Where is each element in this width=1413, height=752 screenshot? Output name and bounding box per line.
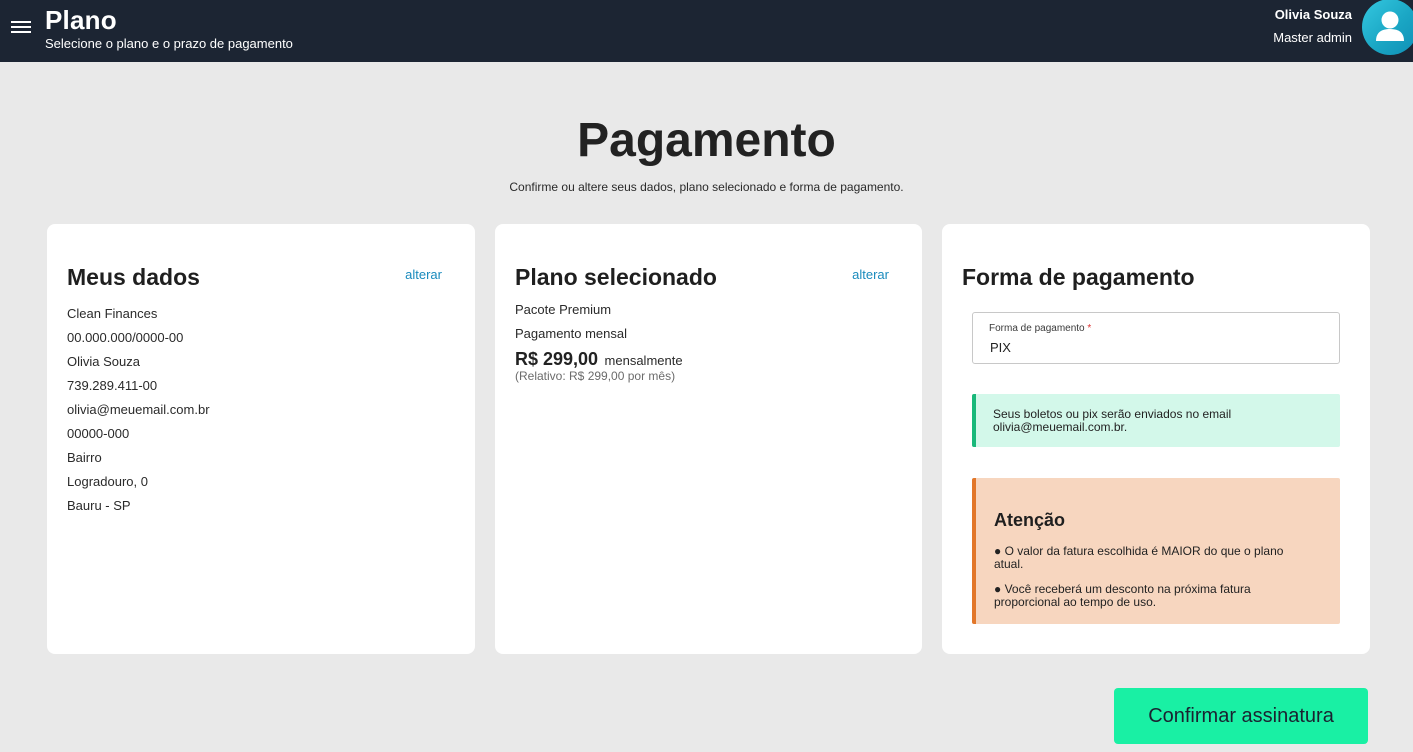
my-data-title: Meus dados	[67, 264, 200, 290]
person-cpf: 739.289.411-00	[67, 378, 158, 393]
user-icon	[1376, 11, 1404, 41]
company-name: Clean Finances	[67, 306, 158, 321]
warning-item: ● O valor da fatura escolhida é MAIOR do…	[994, 544, 1284, 571]
plan-price: R$ 299,00	[515, 349, 599, 369]
payment-method-select[interactable]: Forma de pagamento * PIX	[972, 312, 1340, 364]
price-relative: (Relativo: R$ 299,00 por mês)	[515, 369, 676, 383]
price-suffix: mensalmente	[604, 353, 683, 368]
selected-plan-title: Plano selecionado	[515, 264, 717, 290]
payment-method-label-text: Forma de pagamento	[989, 323, 1085, 334]
my-data-card: Meus dados alterar Clean Finances 00.000…	[47, 224, 475, 654]
city-state: Bauru - SP	[67, 498, 131, 513]
user-name[interactable]: Olivia Souza	[1275, 7, 1352, 22]
edit-my-data-link[interactable]: alterar	[405, 267, 442, 282]
warning-alert: Atenção ● O valor da fatura escolhida é …	[972, 478, 1340, 624]
warning-title: Atenção	[994, 510, 1066, 530]
page-title: Pagamento	[577, 114, 836, 167]
user-role: Master admin	[1273, 30, 1352, 45]
email: olivia@meuemail.com.br	[67, 402, 210, 417]
payment-method-card: Forma de pagamento Forma de pagamento * …	[942, 224, 1370, 654]
info-alert: Seus boletos ou pix serão enviados no em…	[972, 394, 1340, 447]
price-row: R$ 299,00 mensalmente	[515, 349, 683, 370]
payment-method-label: Forma de pagamento *	[989, 323, 1091, 334]
zip-code: 00000-000	[67, 426, 130, 441]
confirm-subscription-button[interactable]: Confirmar assinatura	[1114, 688, 1368, 744]
company-cnpj: 00.000.000/0000-00	[67, 330, 184, 345]
info-alert-text: Seus boletos ou pix serão enviados no em…	[993, 407, 1232, 434]
required-mark: *	[1087, 323, 1092, 334]
plan-name: Pacote Premium	[515, 302, 612, 317]
payment-method-title: Forma de pagamento	[962, 264, 1195, 290]
edit-plan-link[interactable]: alterar	[852, 267, 889, 282]
person-name: Olivia Souza	[67, 354, 140, 369]
hamburger-menu-icon[interactable]	[11, 19, 31, 35]
payment-method-value: PIX	[990, 340, 1011, 355]
avatar[interactable]	[1362, 0, 1413, 55]
warning-item: ● Você receberá um desconto na próxima f…	[994, 582, 1251, 609]
app-subtitle: Selecione o plano e o prazo de pagamento	[45, 36, 293, 51]
neighborhood: Bairro	[67, 450, 102, 465]
plan-period: Pagamento mensal	[515, 326, 628, 341]
my-data-list: Clean Finances 00.000.000/0000-00 Olivia…	[67, 302, 210, 518]
street-address: Logradouro, 0	[67, 474, 148, 489]
page-subtitle: Confirme ou altere seus dados, plano sel…	[509, 180, 904, 194]
top-bar: Plano Selecione o plano e o prazo de pag…	[0, 0, 1413, 62]
app-title: Plano	[45, 5, 117, 35]
selected-plan-card: Plano selecionado alterar Pacote Premium…	[495, 224, 922, 654]
